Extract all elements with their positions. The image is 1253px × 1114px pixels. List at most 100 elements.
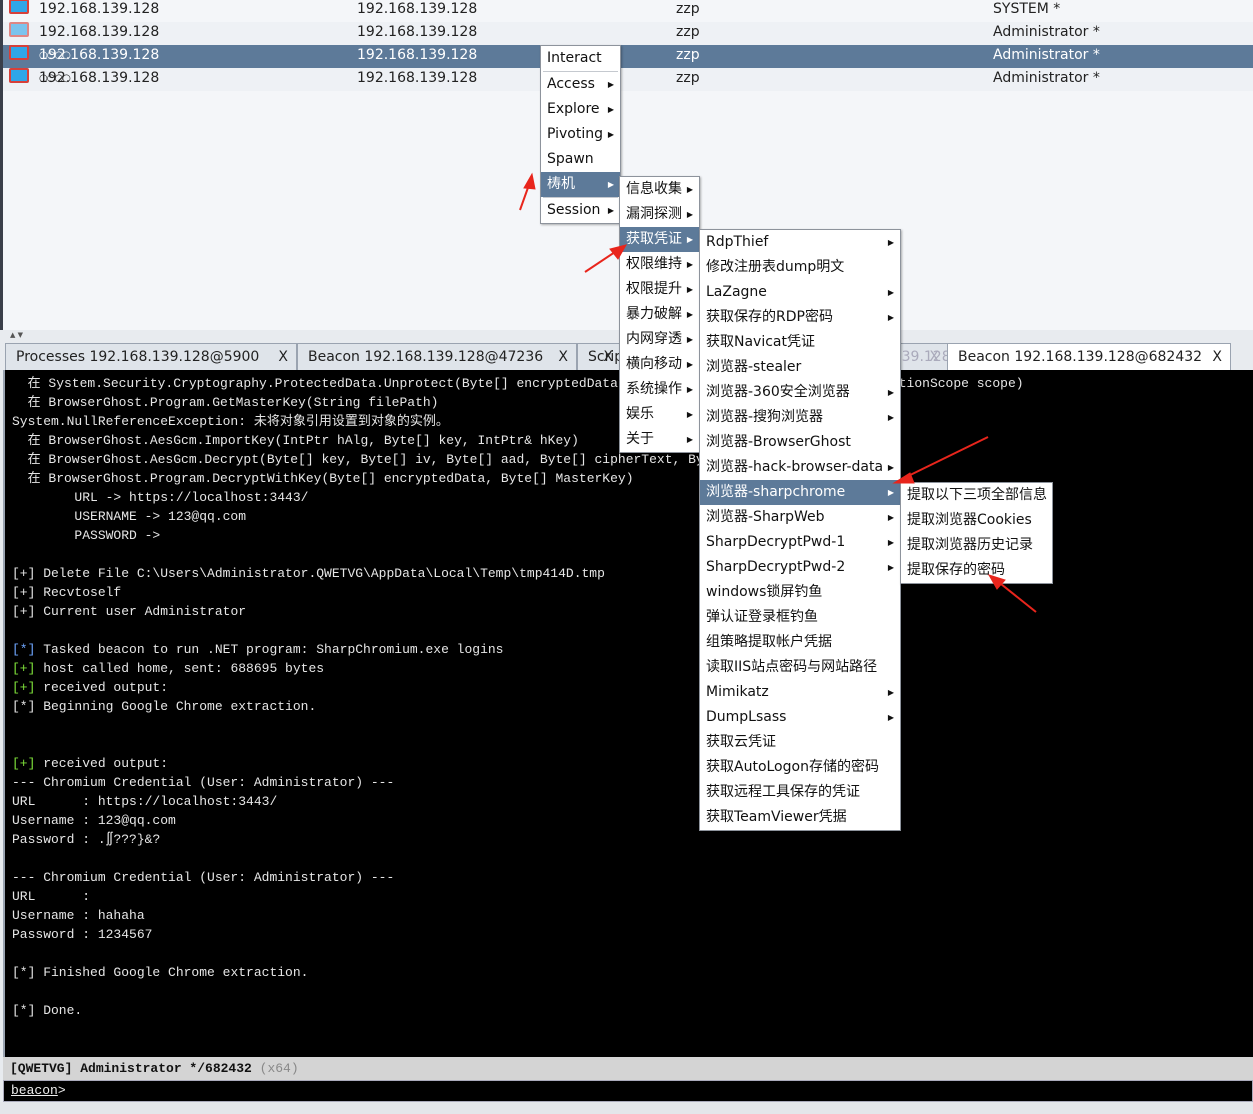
menu-item-label: 暴力破解 [626, 306, 682, 322]
menu-item[interactable]: 浏览器-stealer [700, 355, 900, 380]
menu-item-label: LaZagne [706, 284, 767, 300]
console-text: Done. [35, 1003, 83, 1018]
menu-item[interactable]: 漏洞探测 ▶ [620, 202, 699, 227]
menu-item-label: 浏览器-搜狗浏览器 [706, 409, 824, 425]
tab-3[interactable]: Scrip X [577, 343, 622, 370]
menu-item[interactable]: 梼机 ▶ [541, 172, 620, 197]
tab-close-button[interactable]: X [278, 344, 288, 370]
menu-item-label: 浏览器-SharpWeb [706, 509, 825, 525]
menu-item[interactable]: 读取IIS站点密码与网站路径 [700, 655, 900, 680]
menu-item[interactable]: 提取浏览器Cookies [901, 508, 1052, 533]
menu-item[interactable]: 组策略提取帐户凭据 [700, 630, 900, 655]
menu-item[interactable]: 浏览器-hack-browser-data ▶ [700, 455, 900, 480]
tab-close-button[interactable]: X [1212, 344, 1222, 370]
menu-item-label: 获取AutoLogon存储的密码 [706, 759, 879, 775]
submenu-arrow-icon: ▶ [686, 360, 693, 369]
menu-item[interactable]: 提取以下三项全部信息 [901, 483, 1052, 508]
menu-item[interactable]: 提取保存的密码 [901, 558, 1052, 583]
menu-item[interactable]: 浏览器-sharpchrome ▶ [700, 480, 900, 505]
menu-item-label: 提取以下三项全部信息 [907, 487, 1047, 503]
console-text: Delete File C:\Users\Administrator.QWETV… [35, 566, 605, 581]
console-text: Username : hahaha [12, 908, 145, 923]
session-row[interactable]: 192.168.139.128 192.168.139.128 zzp SYSTEM … [3, 0, 1253, 22]
submenu-arrow-icon: ▶ [887, 238, 894, 247]
link-dots: ○○○○ [39, 50, 71, 61]
menu-item[interactable]: 获取远程工具保存的凭证 [700, 780, 900, 805]
menu-item[interactable]: 系统操作 ▶ [620, 377, 699, 402]
menu-item[interactable]: 获取TeamViewer凭据 [700, 805, 900, 830]
menu-item[interactable]: 浏览器-360安全浏览器 ▶ [700, 380, 900, 405]
menu-item-label: 组策略提取帐户凭据 [706, 634, 832, 650]
menu-item[interactable]: 权限维持 ▶ [620, 252, 699, 277]
menu-item[interactable]: LaZagne ▶ [700, 280, 900, 305]
menu-item[interactable]: 修改注册表dump明文 [700, 255, 900, 280]
menu-item[interactable]: 娱乐 ▶ [620, 402, 699, 427]
submenu-arrow-icon: ▶ [686, 260, 693, 269]
menu-item[interactable]: Mimikatz ▶ [700, 680, 900, 705]
session-user: Administrator * [993, 70, 1100, 86]
menu-item[interactable]: 获取AutoLogon存储的密码 [700, 755, 900, 780]
console-text: host called home, sent: 688695 bytes [35, 661, 325, 676]
beacon-command-input[interactable]: beacon> [3, 1080, 1253, 1102]
context-menu: Interact Access ▶ Explore ▶ Pivoting ▶ Spawn 梼机 ▶… [540, 45, 621, 224]
menu-item-label: Pivoting [547, 126, 604, 142]
menu-item[interactable]: SharpDecryptPwd-2 ▶ [700, 555, 900, 580]
console-text: Current user Administrator [35, 604, 247, 619]
menu-item[interactable]: 浏览器-BrowserGhost [700, 430, 900, 455]
console-text: Password : .∬???}&? [12, 832, 161, 847]
menu-item[interactable]: 信息收集 ▶ [620, 177, 699, 202]
tab-close-button[interactable]: X [929, 344, 939, 370]
session-row[interactable]: 192.168.139.128 192.168.139.128 zzp Adminis… [3, 22, 1253, 45]
menu-item[interactable]: 内网穿透 ▶ [620, 327, 699, 352]
console-prefix: [*] [12, 699, 36, 714]
menu-item[interactable]: 提取浏览器历史记录 [901, 533, 1052, 558]
menu-item[interactable]: windows锁屏钓鱼 [700, 580, 900, 605]
menu-item[interactable]: 浏览器-搜狗浏览器 ▶ [700, 405, 900, 430]
menu-item[interactable]: 获取凭证 ▶ [620, 227, 699, 252]
menu-item[interactable]: 权限提升 ▶ [620, 277, 699, 302]
menu-item-label: 获取Navicat凭证 [706, 334, 815, 350]
console-line: [*] Finished Google Chrome extraction. [12, 963, 308, 982]
session-row[interactable]: 192.168.139.128 ○○○○ 192.168.139.128 zzp Ad… [3, 68, 1253, 91]
submenu-arrow-icon: ▶ [887, 313, 894, 322]
submenu-arrow-icon: ▶ [887, 538, 894, 547]
console-prefix: [*] [12, 1003, 36, 1018]
menu-item[interactable]: 获取保存的RDP密码 ▶ [700, 305, 900, 330]
menu-item[interactable]: 关于 ▶ [620, 427, 699, 452]
menu-item[interactable]: Interact [541, 46, 620, 71]
tab-2[interactable]: Beacon 192.168.139.128@47236 X [297, 343, 577, 370]
menu-item[interactable]: 浏览器-SharpWeb ▶ [700, 505, 900, 530]
menu-item-label: 获取云凭证 [706, 734, 776, 750]
tab-1[interactable]: Processes 192.168.139.128@5900 X [5, 343, 297, 370]
menu-item-label: Mimikatz [706, 684, 769, 700]
menu-item[interactable]: 暴力破解 ▶ [620, 302, 699, 327]
menu-item[interactable]: 弹认证登录框钓鱼 [700, 605, 900, 630]
external-ip-text: 192.168.139.128 [39, 24, 160, 40]
menu-item[interactable]: Session ▶ [541, 198, 620, 223]
menu-item[interactable]: 横向移动 ▶ [620, 352, 699, 377]
menu-item[interactable]: Explore ▶ [541, 97, 620, 122]
menu-item-label: 修改注册表dump明文 [706, 259, 845, 275]
submenu-arrow-icon: ▶ [887, 413, 894, 422]
tab-5[interactable]: Beacon 192.168.139.128@682432 X [947, 343, 1231, 370]
menu-item-label: Interact [547, 50, 602, 66]
menu-item[interactable]: Access ▶ [541, 72, 620, 97]
menu-item[interactable]: 获取云凭证 [700, 730, 900, 755]
tab-close-button[interactable]: X [558, 344, 568, 370]
menu-item[interactable]: SharpDecryptPwd-1 ▶ [700, 530, 900, 555]
menu-item[interactable]: 获取Navicat凭证 [700, 330, 900, 355]
menu-item-label: 弹认证登录框钓鱼 [706, 609, 818, 625]
menu-item[interactable]: Pivoting ▶ [541, 122, 620, 147]
menu-item[interactable]: Spawn [541, 147, 620, 172]
session-row[interactable]: 192.168.139.128 ○○○○ 192.168.139.128 zzp Ad… [3, 45, 1253, 68]
menu-item[interactable]: DumpLsass ▶ [700, 705, 900, 730]
console-text: received output: [35, 680, 169, 695]
console-line: URL : [12, 887, 90, 906]
tab-close-button[interactable]: X [603, 344, 613, 370]
console-prefix: [*] [12, 965, 36, 980]
menu-item-label: 获取凭证 [626, 231, 682, 247]
submenu-arrow-icon: ▶ [887, 688, 894, 697]
console-line: USERNAME -> 123@qq.com [12, 507, 246, 526]
submenu-arrow-icon: ▶ [887, 563, 894, 572]
menu-item[interactable]: RdpThief ▶ [700, 230, 900, 255]
